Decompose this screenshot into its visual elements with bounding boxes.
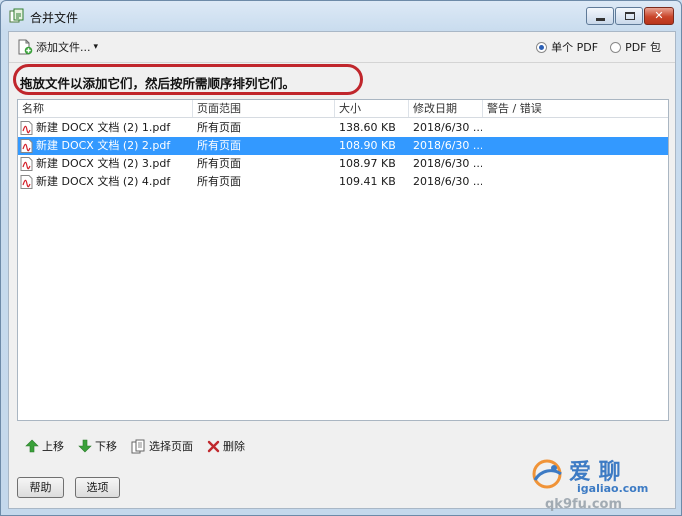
watermark-line2: igaliao.com [577, 482, 649, 495]
column-header-name[interactable]: 名称 [18, 100, 193, 117]
file-name-cell: 新建 DOCX 文档 (2) 2.pdf [18, 137, 192, 155]
move-down-label: 下移 [95, 440, 117, 453]
maximize-button[interactable] [615, 7, 643, 25]
watermark-line3: qk9fu.com [545, 497, 623, 512]
page-range: 所有页面 [197, 139, 241, 152]
table-row[interactable]: 新建 DOCX 文档 (2) 1.pdf 所有页面 138.60 KB 2018… [18, 119, 668, 137]
warning-cell [483, 155, 668, 173]
file-name: 新建 DOCX 文档 (2) 1.pdf [36, 121, 171, 134]
title-bar[interactable]: 合并文件 ✕ [1, 1, 681, 31]
list-actions: 上移 下移 选择页面 删除 [25, 437, 245, 455]
file-size: 108.97 KB [339, 157, 396, 170]
file-name-cell: 新建 DOCX 文档 (2) 1.pdf [18, 119, 192, 137]
move-up-label: 上移 [42, 440, 64, 453]
maximize-icon [625, 12, 635, 20]
minimize-button[interactable] [586, 7, 614, 25]
delete-label: 删除 [223, 440, 245, 453]
radio-single-pdf-label: 单个 PDF [551, 41, 599, 54]
dialog-body: 添加文件... ▾ 单个 PDF PDF 包 拖放文件以添加它们，然后按所需顺序… [8, 31, 676, 512]
page-range: 所有页面 [197, 175, 241, 188]
radio-pdf-package-label: PDF 包 [625, 41, 661, 54]
add-files-label: 添加文件... [36, 41, 91, 54]
modified-date: 2018/6/30 ... [413, 175, 482, 188]
delete-button[interactable]: 删除 [207, 437, 245, 455]
pdf-file-icon [20, 139, 33, 153]
page-range: 所有页面 [197, 121, 241, 134]
delete-x-icon [207, 440, 220, 452]
modified-date: 2018/6/30 ... [413, 139, 482, 152]
radio-single-pdf[interactable]: 单个 PDF [536, 39, 598, 55]
instruction-text: 拖放文件以添加它们，然后按所需顺序排列它们。 [20, 76, 296, 91]
table-row[interactable]: 新建 DOCX 文档 (2) 4.pdf 所有页面 109.41 KB 2018… [18, 173, 668, 191]
instruction-area: 拖放文件以添加它们，然后按所需顺序排列它们。 [9, 62, 675, 98]
modified-date: 2018/6/30 ... [413, 157, 482, 170]
output-mode-group: 单个 PDF PDF 包 [536, 39, 661, 55]
pdf-file-icon [20, 121, 33, 135]
column-header-date[interactable]: 修改日期 [409, 100, 483, 117]
window-title: 合并文件 [30, 11, 79, 25]
app-icon [9, 8, 24, 23]
file-name: 新建 DOCX 文档 (2) 2.pdf [36, 139, 171, 152]
list-header: 名称 页面范围 大小 修改日期 警告 / 错误 [18, 100, 668, 118]
watermark-logo-icon [532, 459, 562, 489]
site-watermark: 爱 聊 igaliao.com qk9fu.com [521, 452, 681, 512]
warning-cell [483, 137, 668, 155]
radio-selected-icon [536, 41, 548, 53]
close-button[interactable]: ✕ [644, 7, 674, 25]
radio-pdf-package[interactable]: PDF 包 [610, 39, 661, 55]
add-files-button[interactable]: 添加文件... ▾ [17, 38, 98, 56]
add-file-icon [18, 39, 33, 55]
options-button[interactable]: 选项 [75, 477, 120, 498]
file-rows: 新建 DOCX 文档 (2) 1.pdf 所有页面 138.60 KB 2018… [18, 119, 668, 191]
radio-unselected-icon [610, 41, 622, 53]
minimize-icon [596, 18, 605, 21]
page-range: 所有页面 [197, 157, 241, 170]
column-header-size[interactable]: 大小 [335, 100, 409, 117]
help-button[interactable]: 帮助 [17, 477, 64, 498]
column-header-warning[interactable]: 警告 / 错误 [483, 100, 668, 117]
file-size: 108.90 KB [339, 139, 396, 152]
arrow-up-icon [25, 439, 39, 453]
table-row[interactable]: 新建 DOCX 文档 (2) 3.pdf 所有页面 108.97 KB 2018… [18, 155, 668, 173]
pages-icon [131, 439, 145, 453]
file-name-cell: 新建 DOCX 文档 (2) 3.pdf [18, 155, 192, 173]
column-header-range[interactable]: 页面范围 [193, 100, 335, 117]
file-name: 新建 DOCX 文档 (2) 4.pdf [36, 175, 171, 188]
move-down-button[interactable]: 下移 [78, 437, 117, 455]
warning-cell [483, 119, 668, 137]
file-name-cell: 新建 DOCX 文档 (2) 4.pdf [18, 173, 192, 191]
toolbar: 添加文件... ▾ 单个 PDF PDF 包 [9, 32, 675, 62]
modified-date: 2018/6/30 ... [413, 121, 482, 134]
file-size: 109.41 KB [339, 175, 396, 188]
table-row-selected[interactable]: 新建 DOCX 文档 (2) 2.pdf 所有页面 108.90 KB 2018… [18, 137, 668, 155]
file-size: 138.60 KB [339, 121, 396, 134]
close-icon: ✕ [654, 9, 664, 22]
warning-cell [483, 173, 668, 191]
move-up-button[interactable]: 上移 [25, 437, 64, 455]
file-list[interactable]: 名称 页面范围 大小 修改日期 警告 / 错误 新建 DOCX 文档 (2) 1… [17, 99, 669, 421]
file-name: 新建 DOCX 文档 (2) 3.pdf [36, 157, 171, 170]
merge-files-window: 合并文件 ✕ 添加文件... ▾ 单个 PDF PDF 包 拖放文件以添加它们，… [0, 0, 682, 516]
pdf-file-icon [20, 175, 33, 189]
dropdown-arrow-icon: ▾ [93, 42, 99, 52]
pdf-file-icon [20, 157, 33, 171]
choose-pages-label: 选择页面 [149, 440, 193, 453]
choose-pages-button[interactable]: 选择页面 [131, 437, 193, 455]
arrow-down-icon [78, 439, 92, 453]
